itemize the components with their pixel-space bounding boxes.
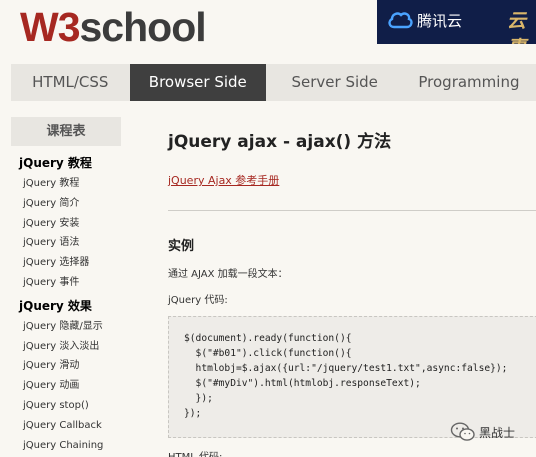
wechat-icon: [450, 422, 475, 441]
sidebar-item[interactable]: jQuery 简介: [11, 194, 121, 214]
sidebar-item[interactable]: jQuery Callback: [11, 416, 121, 436]
sidebar-item[interactable]: jQuery 滑动: [11, 356, 121, 376]
logo-w3-text: W3: [20, 4, 80, 50]
top-nav: HTML/CSS Browser Side Server Side Progra…: [11, 64, 536, 101]
tab-server-side[interactable]: Server Side: [266, 64, 403, 101]
sidebar-item[interactable]: jQuery 动画: [11, 376, 121, 396]
sidebar-item[interactable]: jQuery 隐藏/显示: [11, 317, 121, 337]
watermark-text: 黑战士: [479, 425, 516, 440]
tab-html-css[interactable]: HTML/CSS: [11, 64, 130, 101]
code-line: $(document).ready(function(){: [184, 333, 352, 344]
code-line: $("#b01").click(function(){: [184, 348, 352, 359]
page-title: jQuery ajax - ajax() 方法: [168, 132, 392, 152]
cloud-icon: [388, 12, 413, 29]
sidebar-item[interactable]: jQuery 事件: [11, 273, 121, 293]
jquery-code-label: jQuery 代码:: [168, 295, 228, 306]
sidebar-item[interactable]: jQuery 语法: [11, 233, 121, 253]
sidebar-item[interactable]: jQuery 安装: [11, 214, 121, 234]
w3school-logo[interactable]: W3 school: [20, 4, 207, 50]
sidebar-item[interactable]: jQuery 选择器: [11, 253, 121, 273]
page: W3school 腾讯云 云惠 HTML/CSS Browser Side Se…: [0, 0, 536, 457]
sidebar-item[interactable]: jQuery stop(): [11, 396, 121, 416]
code-line: });: [184, 408, 202, 419]
logo-school-text: school: [79, 4, 207, 50]
example-heading: 实例: [168, 239, 195, 254]
code-line: });: [184, 393, 213, 404]
watermark: 黑战士: [450, 422, 515, 442]
ajax-reference-link[interactable]: jQuery Ajax 参考手册: [168, 172, 279, 188]
sidebar-header: 课程表: [11, 117, 121, 146]
header: W3school 腾讯云 云惠: [0, 0, 536, 64]
tencent-cloud-ad-banner[interactable]: 腾讯云 云惠: [377, 0, 536, 44]
tab-programming[interactable]: Programming: [403, 64, 536, 101]
code-line: htmlobj=$.ajax({url:"/jquery/test1.txt",…: [184, 363, 508, 374]
sidebar-group-title: jQuery 效果: [19, 298, 92, 313]
divider: [168, 210, 536, 211]
sidebar-item[interactable]: jQuery Chaining: [11, 436, 121, 456]
sidebar-item[interactable]: jQuery 教程: [11, 174, 121, 194]
ad-brand-text: 腾讯云: [417, 12, 463, 30]
ad-slogan-text: 云惠: [507, 10, 527, 44]
sidebar: 课程表 jQuery 教程 jQuery 教程 jQuery 简介 jQuery…: [11, 117, 121, 457]
sidebar-item[interactable]: jQuery 淡入淡出: [11, 337, 121, 357]
html-code-label: HTML 代码:: [168, 448, 222, 457]
tab-browser-side[interactable]: Browser Side: [129, 64, 266, 101]
code-line: $("#myDiv").html(htmlobj.responseText);: [184, 378, 421, 389]
example-description: 通过 AJAX 加载一段文本：: [168, 269, 288, 280]
sidebar-group-title: jQuery 教程: [19, 156, 92, 170]
main-content: jQuery ajax - ajax() 方法 jQuery Ajax 参考手册…: [168, 117, 536, 457]
code-block: $(document).ready(function(){ $("#b01").…: [168, 316, 536, 438]
